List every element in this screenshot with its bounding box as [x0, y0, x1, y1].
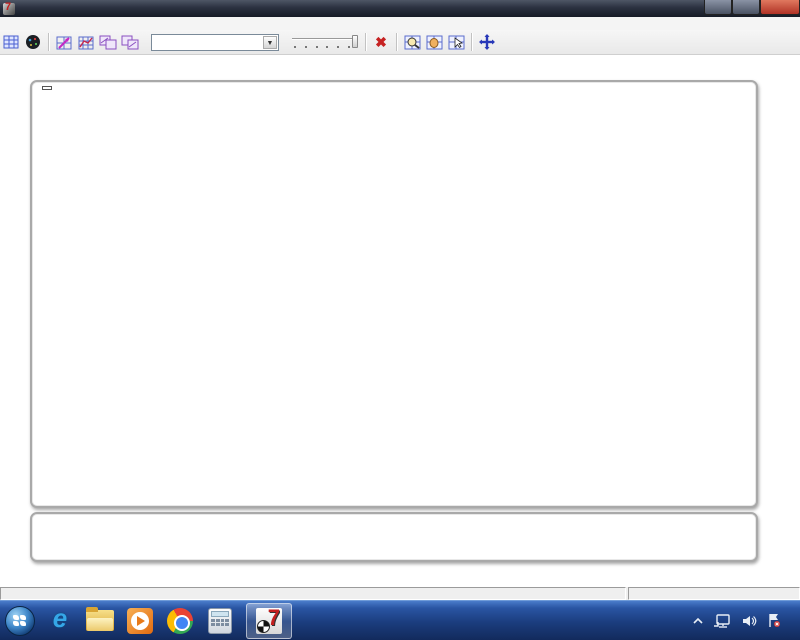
minimize-button[interactable]: [704, 0, 732, 15]
graph-page: [0, 56, 800, 587]
select-dropdown-arrow-icon[interactable]: ▼: [263, 36, 277, 49]
calculator-icon[interactable]: [200, 603, 240, 639]
zoom-in-icon[interactable]: [402, 33, 422, 51]
sphere-icon[interactable]: [23, 33, 43, 51]
run-legend: [42, 86, 52, 90]
pan-hand-icon[interactable]: [424, 33, 444, 51]
graph-pair2-icon[interactable]: [120, 33, 140, 51]
status-cell-empty: [0, 587, 626, 600]
network-icon[interactable]: [713, 613, 731, 629]
tray-expand-icon[interactable]: [693, 617, 703, 625]
smoothing-slider[interactable]: [292, 35, 358, 49]
pointer-icon[interactable]: [446, 33, 466, 51]
graph-overlay-icon[interactable]: [76, 33, 96, 51]
taskbar: e 7: [0, 600, 800, 640]
delete-run-icon[interactable]: ✖: [371, 33, 391, 51]
graph-arrow-icon[interactable]: [54, 33, 74, 51]
grid-table-icon[interactable]: [1, 33, 21, 51]
correction-factor-select[interactable]: ▼: [151, 34, 279, 51]
slider-thumb-icon[interactable]: [352, 35, 358, 48]
winpep-taskbar-button[interactable]: 7: [246, 603, 292, 639]
winpep-app-icon: [3, 3, 15, 15]
title-bar: [0, 0, 800, 17]
action-center-flag-icon[interactable]: [767, 613, 781, 628]
scale-mode-status: [628, 587, 800, 600]
main-chart-plot[interactable]: [30, 80, 758, 508]
airfuel-chart-plot[interactable]: [30, 512, 758, 562]
start-orb-icon[interactable]: [0, 603, 40, 639]
status-bar: [0, 587, 800, 600]
restore-button[interactable]: [732, 0, 760, 15]
graph-pair-icon[interactable]: [98, 33, 118, 51]
toolbar: ▼ ✖: [0, 30, 800, 55]
media-player-icon[interactable]: [120, 603, 160, 639]
menu-bar: [0, 17, 800, 30]
chrome-icon[interactable]: [160, 603, 200, 639]
speaker-icon[interactable]: [741, 614, 757, 628]
close-button[interactable]: [760, 0, 800, 15]
explorer-folder-icon[interactable]: [80, 603, 120, 639]
winpep-taskbar-icon: 7: [256, 608, 282, 634]
internet-explorer-icon[interactable]: e: [40, 603, 80, 639]
move-axes-icon[interactable]: [477, 33, 497, 51]
